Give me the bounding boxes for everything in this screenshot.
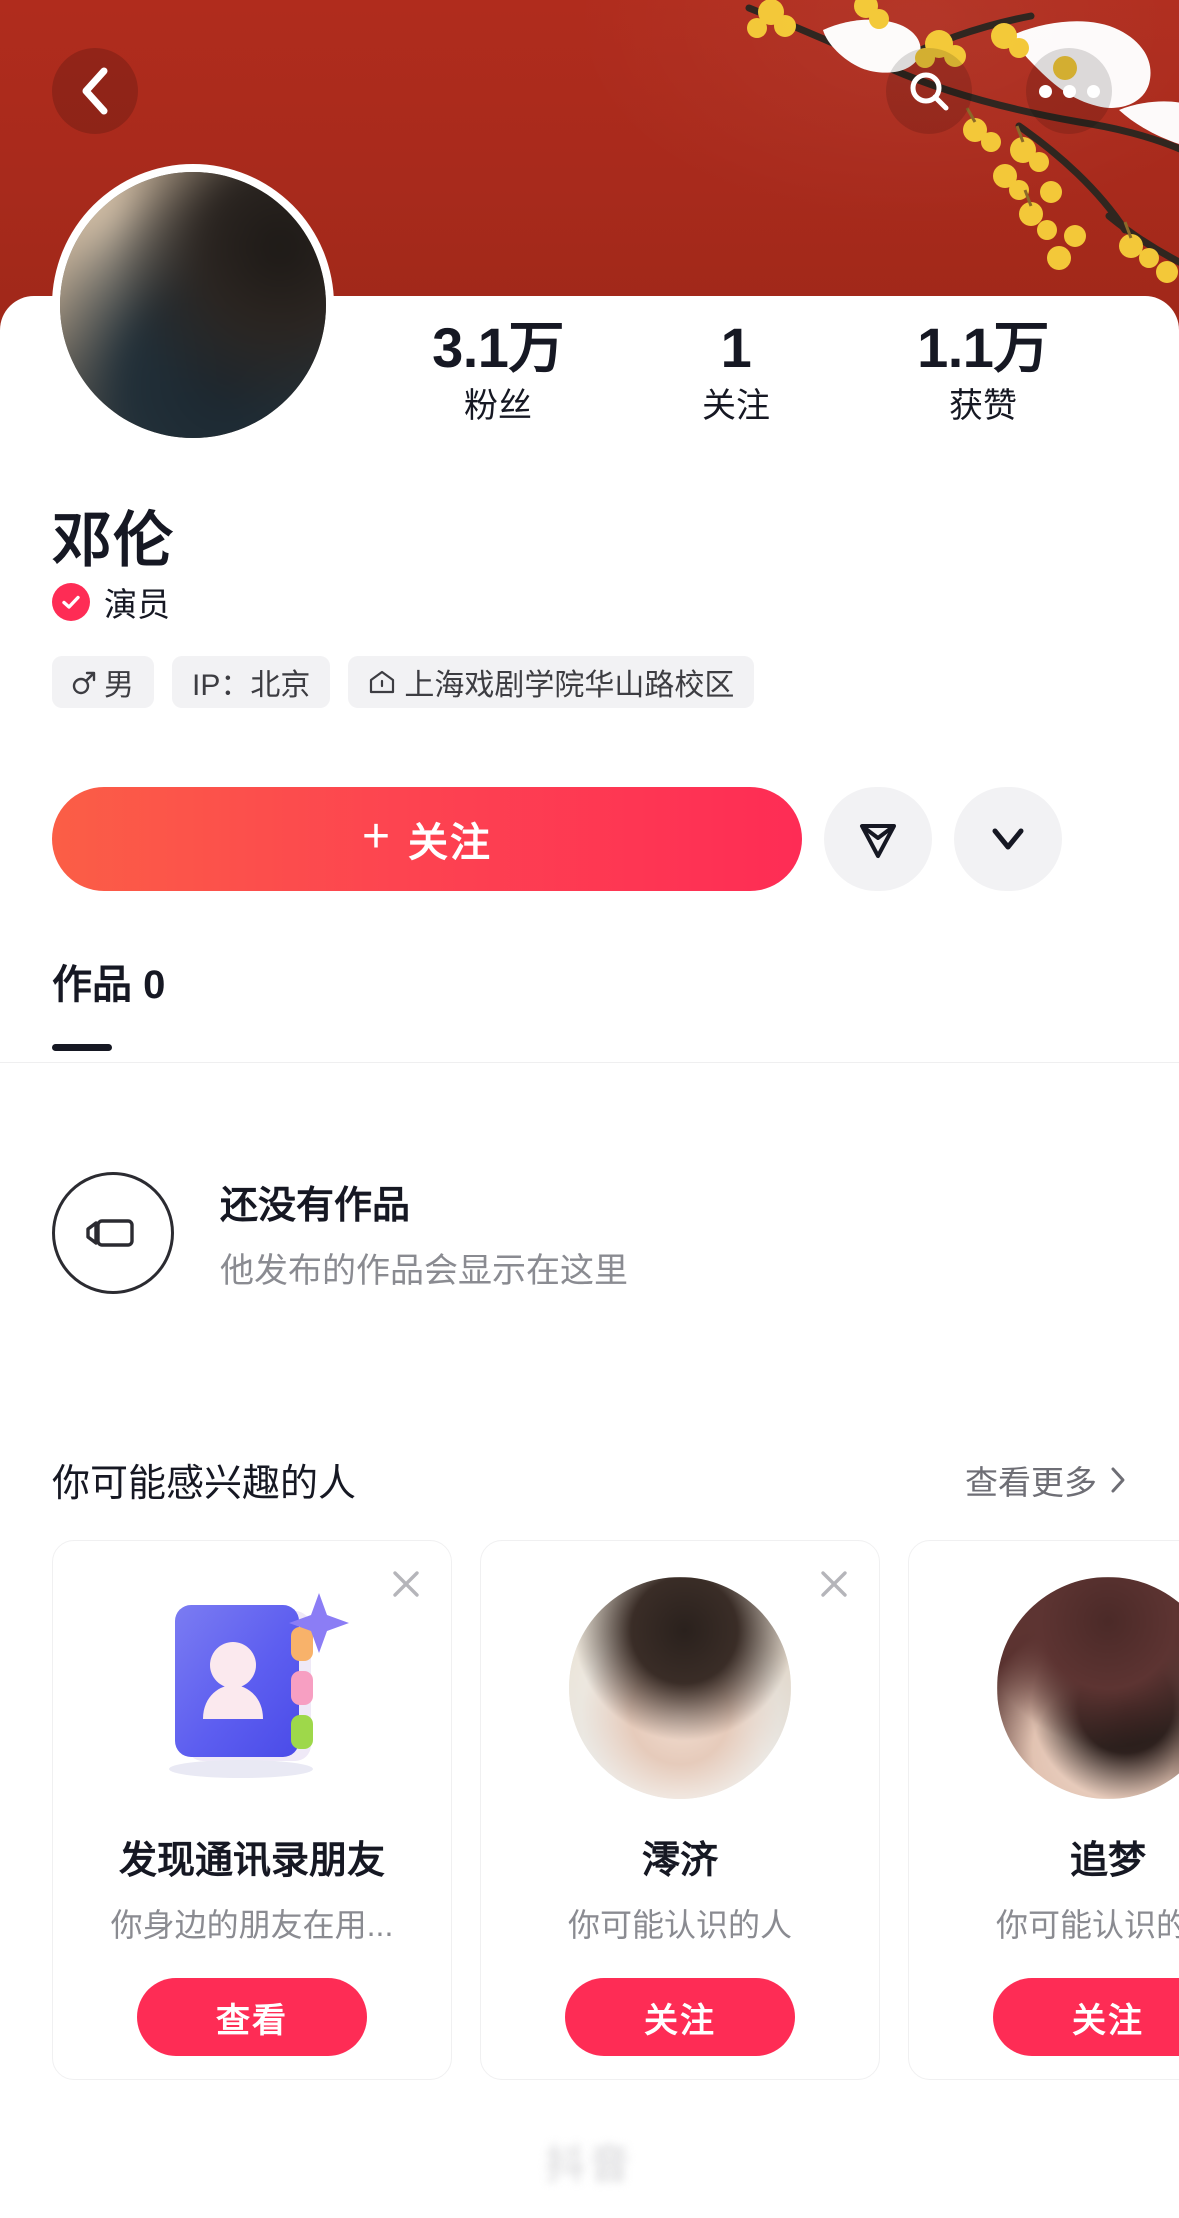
recommend-card-action-button[interactable]: 查看 xyxy=(137,1978,367,2056)
contacts-illustration-icon xyxy=(141,1577,363,1799)
tag-ip-location: IP：北京 xyxy=(172,656,331,708)
avatar[interactable] xyxy=(52,164,334,446)
plum-blossom-snow-decoration xyxy=(745,0,1179,283)
recommend-card[interactable]: 追梦 你可能认识的人 关注 xyxy=(908,1540,1179,2080)
send-plane-icon xyxy=(860,824,896,858)
recommend-title: 你可能感兴趣的人 xyxy=(52,1463,357,1505)
profile-screen: 3.1万 粉丝 1 关注 1.1万 获赞 邓伦 演员 男 IP：北京 上海戏剧学… xyxy=(0,0,1179,2218)
profile-tags: 男 IP：北京 上海戏剧学院华山路校区 xyxy=(52,656,755,708)
stat-value: 1 xyxy=(720,316,752,379)
recommend-card-avatar xyxy=(997,1577,1179,1799)
recommend-card-subtitle: 你可能认识的人 xyxy=(995,1907,1179,1943)
verified-row[interactable]: 演员 xyxy=(52,578,170,626)
empty-state: 还没有作品 他发布的作品会显示在这里 xyxy=(52,1172,628,1294)
school-icon xyxy=(368,668,396,696)
stat-followers[interactable]: 3.1万 粉丝 xyxy=(398,316,598,426)
stat-label: 关注 xyxy=(702,387,770,426)
recommend-card-avatar xyxy=(569,1577,791,1799)
verified-label: 演员 xyxy=(104,586,170,623)
chevron-left-icon xyxy=(82,67,108,115)
tab-label: 作品 0 xyxy=(52,963,166,1007)
follow-button-label: 关注 xyxy=(408,821,493,865)
avatar-image xyxy=(60,172,326,438)
more-options-button[interactable] xyxy=(1026,48,1112,134)
empty-state-title: 还没有作品 xyxy=(220,1185,411,1227)
avatar-photo xyxy=(997,1577,1179,1799)
tag-school[interactable]: 上海戏剧学院华山路校区 xyxy=(348,656,755,708)
tag-label: 男 xyxy=(104,669,134,702)
recommend-card-action-button[interactable]: 关注 xyxy=(993,1978,1179,2056)
recommend-card-action-button[interactable]: 关注 xyxy=(565,1978,795,2056)
recommend-see-more[interactable]: 查看更多 xyxy=(965,1456,1127,1504)
stat-value: 1.1万 xyxy=(917,316,1049,379)
tab-works[interactable]: 作品 0 xyxy=(52,955,165,1063)
tag-label: IP：北京 xyxy=(192,669,311,702)
recommend-card-name: 澪济 xyxy=(641,1840,718,1882)
recommend-card-name: 发现通讯录朋友 xyxy=(118,1840,385,1882)
tab-active-indicator xyxy=(52,1044,112,1051)
watermark: 抖音 xyxy=(545,2143,634,2187)
recommend-card-row[interactable]: 发现通讯录朋友 你身边的朋友在用... 查看 澪济 你可能认识的人 关注 追梦 … xyxy=(52,1540,1179,2100)
plus-icon: + xyxy=(361,810,391,863)
video-camera-icon xyxy=(52,1172,174,1294)
empty-state-subtitle: 他发布的作品会显示在这里 xyxy=(220,1252,628,1290)
male-gender-icon xyxy=(72,669,96,695)
more-horizontal-icon xyxy=(1038,84,1100,98)
top-bar xyxy=(0,48,1179,138)
search-icon xyxy=(910,72,949,111)
avatar-photo xyxy=(60,172,326,438)
avatar-photo xyxy=(569,1577,791,1799)
search-button[interactable] xyxy=(886,48,972,134)
verified-check-icon xyxy=(52,583,90,621)
chevron-right-icon xyxy=(1111,1467,1125,1492)
empty-state-text: 还没有作品 他发布的作品会显示在这里 xyxy=(220,1174,628,1292)
follow-button[interactable]: + 关注 xyxy=(52,787,802,891)
back-button[interactable] xyxy=(52,48,138,134)
stat-value: 3.1万 xyxy=(432,316,564,379)
see-more-label: 查看更多 xyxy=(965,1463,1097,1501)
close-icon[interactable] xyxy=(383,1561,429,1607)
stat-following[interactable]: 1 关注 xyxy=(636,316,836,426)
recommend-card[interactable]: 发现通讯录朋友 你身边的朋友在用... 查看 xyxy=(52,1540,452,2080)
chevron-down-icon xyxy=(992,828,1024,850)
stat-label: 粉丝 xyxy=(464,387,532,426)
tab-bar: 作品 0 xyxy=(0,955,1179,1063)
profile-stats: 3.1万 粉丝 1 关注 1.1万 获赞 xyxy=(398,316,1138,426)
stat-label: 获赞 xyxy=(949,387,1017,426)
page-title: 邓伦 xyxy=(52,507,174,574)
recommend-card-name: 追梦 xyxy=(1069,1840,1146,1882)
stat-likes[interactable]: 1.1万 获赞 xyxy=(878,316,1088,426)
close-icon[interactable] xyxy=(811,1561,857,1607)
recommend-card-subtitle: 你身边的朋友在用... xyxy=(110,1907,394,1943)
recommend-card-subtitle: 你可能认识的人 xyxy=(567,1907,792,1943)
tag-label: 上海戏剧学院华山路校区 xyxy=(404,669,735,702)
share-button[interactable] xyxy=(824,787,932,891)
expand-button[interactable] xyxy=(954,787,1062,891)
tag-gender[interactable]: 男 xyxy=(52,656,154,708)
recommend-card[interactable]: 澪济 你可能认识的人 关注 xyxy=(480,1540,880,2080)
action-row: + 关注 xyxy=(52,784,1127,894)
recommend-header: 你可能感兴趣的人 查看更多 xyxy=(52,1452,1127,1507)
